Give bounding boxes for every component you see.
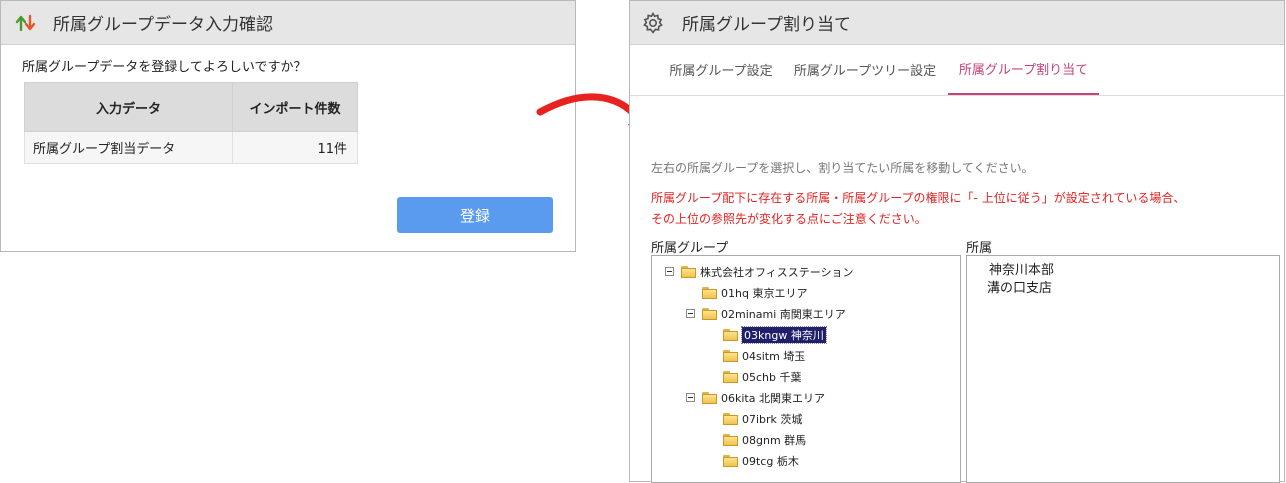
tree-node[interactable]: 01hq 東京エリア <box>702 284 807 301</box>
tree-node[interactable]: 株式会社オフィスステーション <box>665 263 854 280</box>
tree-node[interactable]: 09tcg 栃木 <box>723 452 799 469</box>
member-list-panel[interactable]: 神奈川本部 溝の口支店 <box>966 255 1280 483</box>
tree-node[interactable]: 02minami 南関東エリア <box>686 305 846 322</box>
folder-icon <box>702 307 717 320</box>
list-item[interactable]: 溝の口支店 <box>987 277 1052 296</box>
table-cell: 11件 <box>232 131 358 164</box>
warning-line-2: その上位の参照先が変化する点にご注意ください。 <box>651 212 927 226</box>
tree-node[interactable]: 08gnm 群馬 <box>723 431 806 448</box>
tree-node[interactable]: 05chb 千葉 <box>723 368 802 385</box>
table-row: 所属グループ割当データ 11件 <box>24 131 358 164</box>
tab-group-settings[interactable]: 所属グループ設定 <box>656 44 786 95</box>
instruction-text: 左右の所属グループを選択し、割り当てたい所属を移動してください。 <box>651 161 1034 175</box>
sort-arrows-icon <box>15 12 37 34</box>
collapse-toggle-icon[interactable] <box>665 267 674 276</box>
folder-icon <box>681 265 696 278</box>
import-summary-table: 入力データ インポート件数 所属グループ割当データ 11件 <box>24 82 358 164</box>
gear-icon <box>642 11 664 34</box>
tab-bar: 所属グループ設定 所属グループツリー設定 所属グループ割り当て <box>630 44 1284 96</box>
column-header: 入力データ <box>24 82 233 132</box>
dialog-header: 所属グループデータ入力確認 <box>1 1 575 45</box>
table-header-row: 入力データ インポート件数 <box>24 82 358 132</box>
tree-node[interactable]: 06kita 北関東エリア <box>686 389 825 406</box>
folder-icon <box>723 328 738 341</box>
import-confirm-dialog: 所属グループデータ入力確認 所属グループデータを登録してよろしいですか？ 入力デ… <box>0 0 576 252</box>
tree-node[interactable]: 07ibrk 茨城 <box>723 410 802 427</box>
confirm-message: 所属グループデータを登録してよろしいですか？ <box>22 60 307 75</box>
tab-group-tree-settings[interactable]: 所属グループツリー設定 <box>790 44 940 95</box>
column-header: インポート件数 <box>232 82 358 132</box>
table-cell: 所属グループ割当データ <box>24 131 233 164</box>
folder-icon <box>723 433 738 446</box>
window-header: 所属グループ割り当て <box>630 1 1284 45</box>
collapse-toggle-icon[interactable] <box>686 393 695 402</box>
folder-icon <box>723 349 738 362</box>
folder-icon <box>702 286 717 299</box>
dialog-title: 所属グループデータ入力確認 <box>53 15 273 35</box>
tree-node[interactable]: 04sitm 埼玉 <box>723 347 805 364</box>
collapse-toggle-icon[interactable] <box>686 309 695 318</box>
list-item[interactable]: 神奈川本部 <box>989 259 1054 278</box>
folder-icon <box>723 412 738 425</box>
register-button[interactable]: 登録 <box>397 197 553 233</box>
folder-icon <box>723 454 738 467</box>
folder-icon <box>702 391 717 404</box>
warning-line-1: 所属グループ配下に存在する所属・所属グループの権限に「- 上位に従う」が設定され… <box>651 191 1186 205</box>
group-tree-panel[interactable]: 株式会社オフィスステーション 01hq 東京エリア 02minami 南関東エリ… <box>651 255 961 483</box>
group-assignment-window: 所属グループ割り当て 所属グループ設定 所属グループツリー設定 所属グループ割り… <box>629 0 1285 483</box>
tree-node-selected[interactable]: 03kngw 神奈川 <box>723 325 827 344</box>
group-panel-label: 所属グループ <box>651 241 729 256</box>
folder-icon <box>723 370 738 383</box>
tab-group-assignment[interactable]: 所属グループ割り当て <box>948 44 1099 95</box>
window-title: 所属グループ割り当て <box>682 15 851 35</box>
member-panel-label: 所属 <box>966 241 993 256</box>
